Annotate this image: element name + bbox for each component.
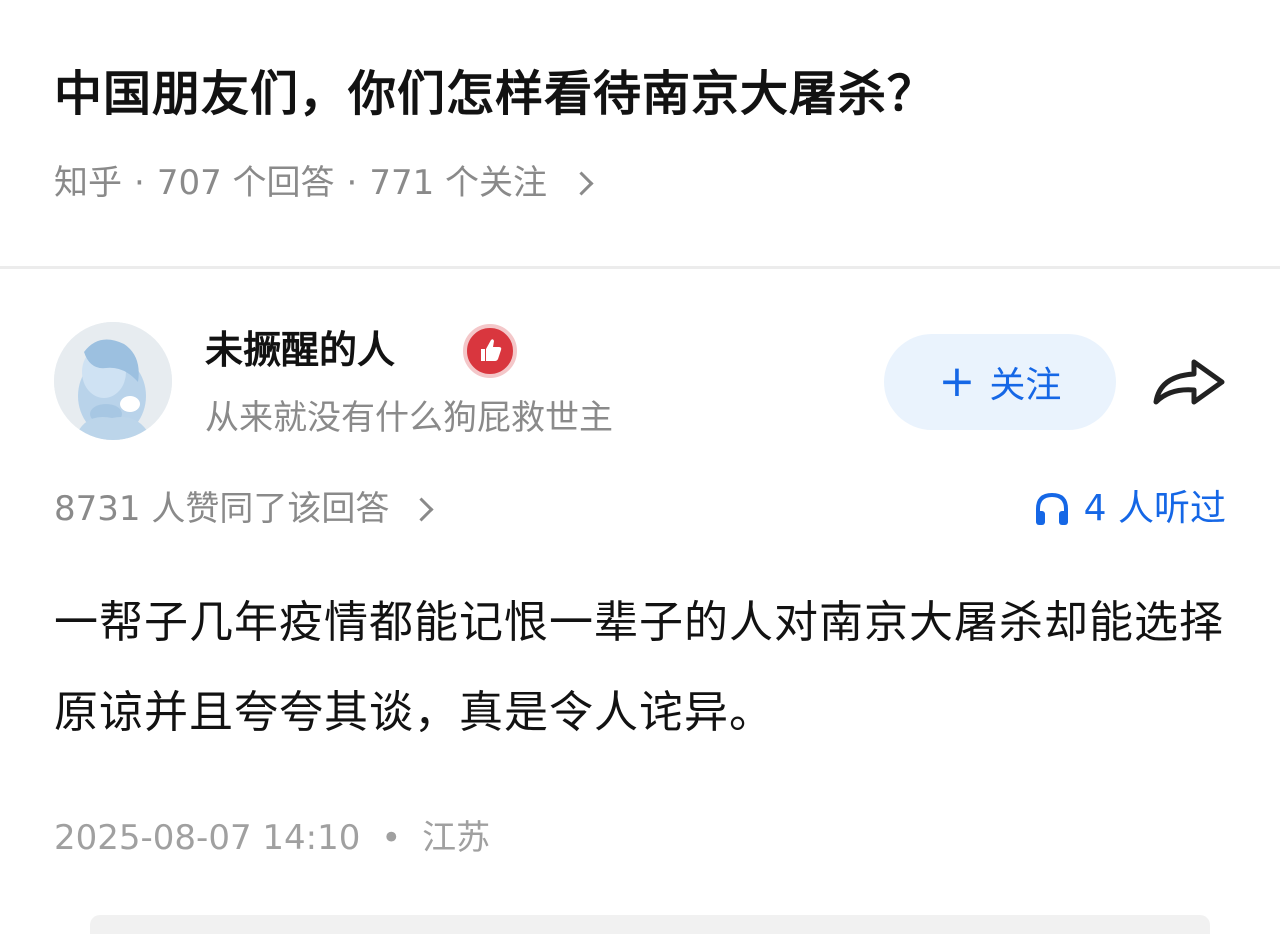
headphones-icon — [1035, 492, 1068, 525]
follow-button[interactable]: + 关注 — [884, 334, 1116, 430]
divider — [0, 266, 1280, 269]
answer-meta: 2025-08-07 14:10 • 江苏 — [54, 812, 490, 864]
listen-count[interactable]: 4 人听过 — [1032, 483, 1226, 535]
follow-label: 关注 — [989, 365, 1062, 406]
avatar[interactable] — [54, 322, 172, 440]
chevron-right-icon — [409, 496, 434, 522]
bottom-bar — [90, 915, 1210, 934]
question-title[interactable]: 中国朋友们，你们怎样看待南京大屠杀？ — [54, 56, 936, 132]
follow-count: 771 个关注 — [369, 163, 548, 203]
chevron-right-icon — [569, 170, 594, 196]
meta-separator: · — [134, 163, 145, 203]
meta-separator: · — [346, 163, 358, 203]
votes-link[interactable]: 8731 人赞同了该回答 — [54, 483, 434, 535]
plus-icon: + — [938, 356, 976, 407]
answer-text[interactable]: 一帮子几年疫情都能记恨一辈子的人对南京大屠杀却能选择原谅并且夸夸其谈，真是令人诧… — [54, 578, 1234, 758]
votes-text: 8731 人赞同了该回答 — [54, 489, 390, 529]
thumbs-up-badge-icon — [463, 324, 517, 378]
listen-text: 4 人听过 — [1083, 488, 1226, 529]
author-name[interactable]: 未撅醒的人 — [205, 322, 395, 378]
question-meta[interactable]: 知乎 · 707 个回答 · 771 个关注 — [54, 157, 594, 209]
avatar-image — [54, 322, 172, 440]
meta-dot: • — [381, 818, 402, 858]
share-button[interactable] — [1150, 350, 1230, 414]
author-bio: 从来就没有什么狗屁救世主 — [205, 398, 613, 438]
answers-count: 707 个回答 — [156, 163, 335, 203]
answer-location: 江苏 — [422, 818, 491, 858]
share-arrow-icon — [1153, 359, 1225, 405]
answer-datetime: 2025-08-07 14:10 — [54, 818, 361, 858]
source-label: 知乎 — [54, 163, 122, 203]
